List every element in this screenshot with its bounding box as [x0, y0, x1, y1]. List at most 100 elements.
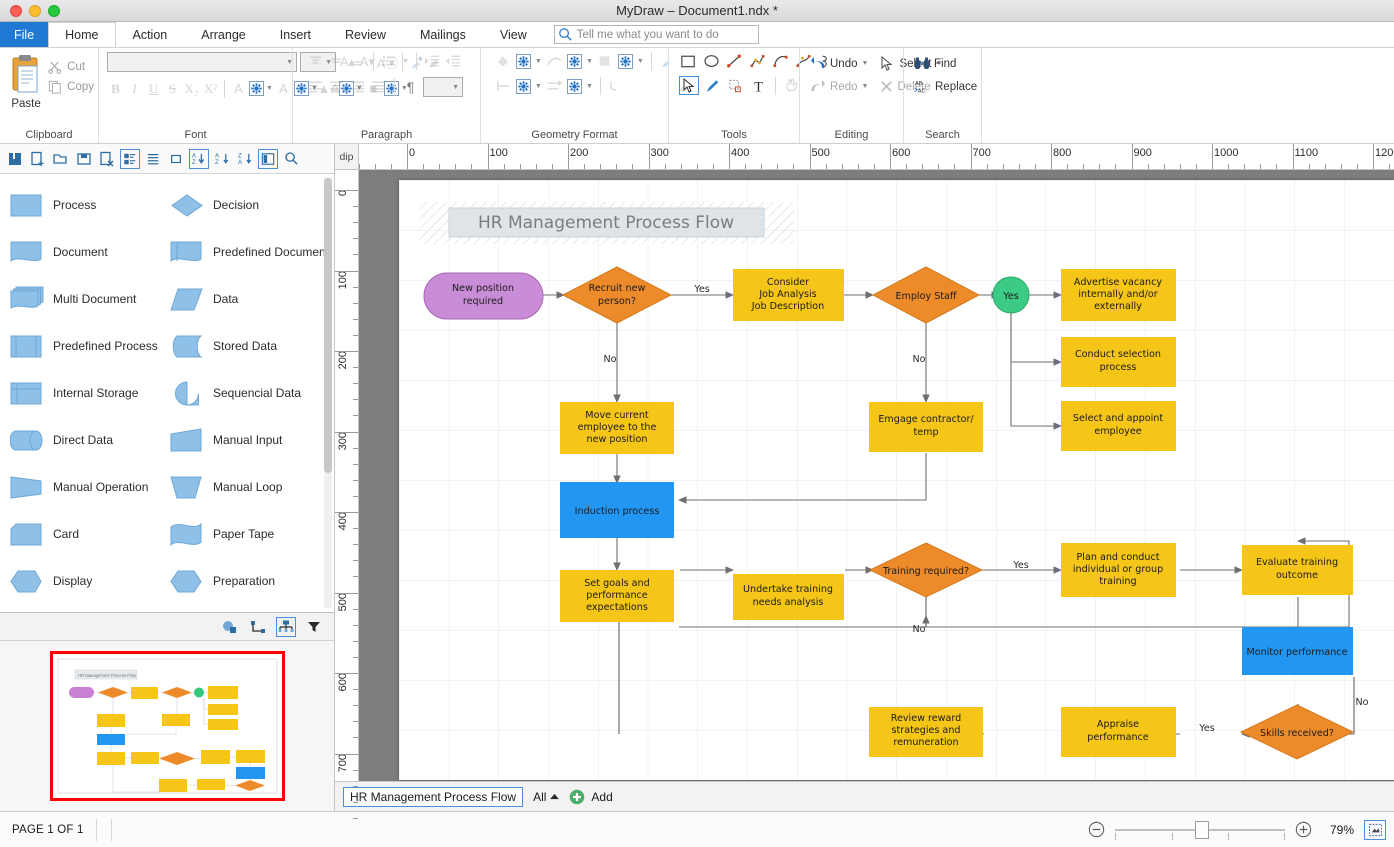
subscript-button[interactable]: X₂ — [183, 79, 200, 98]
shape-item-predefined-document[interactable]: Predefined Document — [170, 229, 330, 276]
font-family-combo[interactable]: ▼ — [107, 52, 297, 72]
zoom-slider-thumb[interactable] — [1195, 820, 1209, 839]
tab-mailings[interactable]: Mailings — [403, 22, 483, 47]
shape-item-decision[interactable]: Decision — [170, 182, 330, 229]
shadow-style-settings-icon[interactable] — [617, 53, 633, 69]
connector-preview-icon[interactable] — [248, 617, 268, 637]
shape-item-data[interactable]: Data — [170, 276, 330, 323]
shape-item-document[interactable]: Document — [10, 229, 170, 276]
tab-insert[interactable]: Insert — [263, 22, 328, 47]
search-shapes-icon[interactable] — [281, 149, 301, 169]
document-thumbnail[interactable]: HR Management Process Flow — [49, 651, 285, 801]
shape-edit-tool-icon[interactable] — [726, 77, 745, 95]
text-color-settings-icon[interactable] — [249, 81, 264, 96]
shapes-list-scroll-area[interactable]: Process Decision Document Predefined Doc… — [0, 174, 334, 613]
paste-button[interactable]: Paste — [4, 52, 48, 110]
zoom-out-icon[interactable] — [1088, 821, 1105, 838]
zoom-slider[interactable] — [1115, 820, 1285, 840]
sort-descending-icon[interactable]: ZA — [235, 149, 255, 169]
shape-item-card[interactable]: Card — [10, 511, 170, 558]
fill-settings-icon[interactable] — [516, 53, 531, 69]
rectangle-tool-icon[interactable] — [679, 52, 698, 70]
shape-item-multi-document[interactable]: Multi Document — [10, 276, 170, 323]
align-center-icon[interactable] — [328, 79, 345, 95]
sheet-tab-hr-management-process-flow[interactable]: HR Management Process Flow — [343, 786, 524, 807]
begin-arrow-icon[interactable] — [495, 78, 512, 94]
fill-preview-icon[interactable] — [220, 617, 240, 637]
bold-button[interactable]: B — [107, 79, 124, 98]
superscript-button[interactable]: X² — [202, 79, 219, 98]
bulleted-list-icon[interactable] — [381, 53, 398, 69]
shape-item-preparation[interactable]: Preparation — [170, 558, 330, 605]
pointer-tool-button[interactable] — [679, 76, 699, 95]
undo-button[interactable]: Undo — [810, 56, 858, 71]
line-style-icon[interactable] — [546, 53, 563, 69]
filter-preview-icon[interactable] — [304, 617, 324, 637]
horizontal-ruler[interactable]: dip 0 100 200 300 400 500 600 700 800 900 1000 1100… — [335, 144, 1394, 170]
close-stencil-icon[interactable] — [97, 149, 117, 169]
shapes-scrollbar-thumb[interactable] — [324, 178, 332, 473]
open-stencil-icon[interactable] — [51, 149, 71, 169]
tab-home[interactable]: Home — [48, 22, 116, 47]
hierarchy-preview-icon[interactable] — [276, 616, 296, 637]
line-spacing-combo[interactable]: ▼ — [423, 77, 463, 97]
replace-button[interactable]: AB AC Replace — [914, 79, 977, 94]
icons-and-names-view-icon[interactable] — [120, 148, 140, 169]
strikethrough-button[interactable]: S — [164, 79, 181, 98]
align-top-icon[interactable] — [307, 53, 324, 69]
stencil-panel-toggle-icon[interactable] — [258, 148, 278, 169]
line-tool-icon[interactable] — [725, 52, 744, 70]
text-tool-icon[interactable]: T — [749, 77, 768, 95]
polyline-tool-icon[interactable] — [748, 52, 767, 70]
align-left-icon[interactable] — [307, 79, 324, 95]
shape-item-sequencial-data[interactable]: Sequencial Data — [170, 370, 330, 417]
tab-view[interactable]: View — [483, 22, 544, 47]
italic-button[interactable]: I — [126, 79, 143, 98]
fit-to-window-button[interactable] — [1364, 819, 1386, 840]
new-stencil-icon[interactable] — [28, 149, 48, 169]
fill-color-icon[interactable]: A — [275, 79, 292, 98]
canvas-scroll-area[interactable]: HR Management Process Flow New position … — [359, 170, 1394, 781]
text-color-icon[interactable]: A — [230, 79, 247, 98]
shape-item-paper-tape[interactable]: Paper Tape — [170, 511, 330, 558]
cut-button[interactable]: Cut — [48, 60, 94, 74]
underline-button[interactable]: U — [145, 79, 162, 98]
find-button[interactable]: Find — [914, 56, 956, 71]
end-arrow-icon[interactable] — [546, 78, 563, 94]
tab-file[interactable]: File — [0, 22, 49, 47]
end-arrow-settings-icon[interactable] — [566, 78, 582, 94]
fill-bucket-icon[interactable] — [495, 53, 512, 69]
tell-me-search-box[interactable]: Tell me what you want to do — [553, 25, 759, 44]
zoom-in-icon[interactable] — [1295, 821, 1312, 838]
flowchart-canvas[interactable]: HR Management Process Flow New positionr… — [399, 180, 1394, 780]
tab-review[interactable]: Review — [328, 22, 403, 47]
tab-arrange[interactable]: Arrange — [184, 22, 262, 47]
shape-item-internal-storage[interactable]: Internal Storage — [10, 370, 170, 417]
tab-action[interactable]: Action — [116, 22, 185, 47]
icons-only-view-icon[interactable] — [166, 149, 186, 169]
redo-button[interactable]: Redo — [810, 79, 858, 94]
diagram-page[interactable]: HR Management Process Flow New position … — [399, 180, 1394, 780]
align-bottom-icon[interactable] — [349, 53, 366, 69]
copy-button[interactable]: Copy — [48, 80, 94, 94]
arc-tool-icon[interactable] — [771, 52, 790, 70]
shape-item-manual-operation[interactable]: Manual Operation — [10, 464, 170, 511]
shape-item-direct-data[interactable]: Direct Data — [10, 417, 170, 464]
shapes-library-icon[interactable] — [5, 149, 25, 169]
undo-dropdown-icon[interactable]: ▼ — [862, 60, 869, 67]
sort-ascending-icon[interactable]: AZ — [212, 149, 232, 169]
sort-az-updown-icon[interactable]: AZ — [189, 148, 209, 169]
paragraph-mark-icon[interactable]: ¶ — [402, 78, 419, 97]
all-sheets-button[interactable]: All — [533, 790, 560, 804]
ellipse-tool-icon[interactable] — [702, 52, 721, 70]
shape-item-manual-loop[interactable]: Manual Loop — [170, 464, 330, 511]
shadow-style-icon[interactable] — [597, 53, 614, 69]
shape-item-display[interactable]: Display — [10, 558, 170, 605]
line-settings-icon[interactable] — [566, 53, 582, 69]
align-right-icon[interactable] — [349, 79, 366, 95]
decrease-indent-icon[interactable] — [445, 53, 462, 69]
vertical-ruler[interactable]: 0 100 200 300 400 500 600 700 — [335, 170, 359, 819]
align-middle-icon[interactable] — [328, 53, 345, 69]
shape-item-manual-input[interactable]: Manual Input — [170, 417, 330, 464]
justify-icon[interactable] — [370, 79, 387, 95]
